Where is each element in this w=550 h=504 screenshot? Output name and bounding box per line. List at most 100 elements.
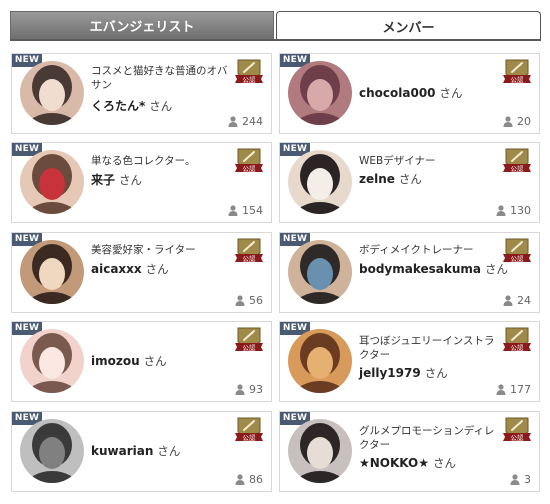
member-name[interactable]: jelly1979 さん [359,365,448,381]
svg-text:公認: 公認 [511,254,525,263]
person-icon [496,384,506,395]
follower-count-value: 56 [249,294,263,307]
member-card[interactable]: NEW 公認 コスメと猫好きな普通のオバサン くろたん* さん 244 [11,53,272,134]
avatar[interactable] [288,61,352,125]
member-description: 美容愛好家・ライター [91,244,196,256]
name-suffix: さん [157,444,181,458]
member-card[interactable]: NEW 公認 WEBデザイナー zelne さん 130 [279,142,540,223]
svg-text:公認: 公認 [511,433,525,442]
member-card[interactable]: NEW 公認 美容愛好家・ライター aicaxxx さん 56 [11,232,272,313]
member-name[interactable]: imozou さん [91,353,167,369]
avatar[interactable] [20,419,84,483]
follower-count: 3 [510,473,531,486]
avatar[interactable] [288,329,352,393]
person-icon [235,295,245,306]
follower-count: 86 [235,473,263,486]
avatar[interactable] [20,61,84,125]
avatar[interactable] [20,150,84,214]
follower-count-value: 24 [517,294,531,307]
follower-count: 154 [228,204,263,217]
follower-count-value: 86 [249,473,263,486]
follower-count: 24 [503,294,531,307]
tab-evangelist[interactable]: エバンジェリスト [10,11,274,39]
member-description: コスメと猫好きな普通のオバサン [91,65,228,91]
person-icon [228,205,238,216]
svg-text:公認: 公認 [243,254,257,263]
member-description: ボディメイクトレーナー [359,244,474,256]
follower-count-value: 20 [517,115,531,128]
name-suffix: さん [143,354,167,368]
member-name[interactable]: chocola000 さん [359,85,463,101]
name-suffix: さん [424,366,448,380]
official-seal-icon: 公認 [501,416,533,446]
member-card[interactable]: NEW 公認 ボディメイクトレーナー bodymakesakuma さん 24 [279,232,540,313]
official-seal-icon: 公認 [233,416,265,446]
person-icon [503,295,513,306]
member-description: グルメプロモーションディレクター [359,425,495,451]
follower-count: 20 [503,115,531,128]
person-icon [235,474,245,485]
member-name[interactable]: ★NOKKO★ さん [359,455,456,471]
avatar[interactable] [288,240,352,304]
member-description: 単なる色コレクター。 [91,155,196,167]
member-description: WEBデザイナー [359,155,436,167]
follower-count-value: 3 [524,473,531,486]
svg-text:公認: 公認 [511,343,525,352]
official-seal-icon: 公認 [501,326,533,356]
member-name[interactable]: aicaxxx さん [91,261,169,277]
member-name[interactable]: kuwarian さん [91,443,180,459]
official-seal-icon: 公認 [233,237,265,267]
member-name[interactable]: zelne さん [359,171,422,187]
svg-text:公認: 公認 [243,433,257,442]
follower-count: 93 [235,383,263,396]
official-seal-icon: 公認 [233,58,265,88]
name-suffix: さん [398,172,422,186]
member-card[interactable]: NEW 公認 chocola000 さん 20 [279,53,540,134]
avatar[interactable] [20,240,84,304]
member-name[interactable]: bodymakesakuma さん [359,261,508,277]
avatar[interactable] [20,329,84,393]
name-suffix: さん [149,99,173,113]
svg-text:公認: 公認 [511,164,525,173]
name-suffix: さん [439,86,463,100]
name-suffix: さん [485,262,509,276]
name-suffix: さん [433,456,457,470]
official-seal-icon: 公認 [233,326,265,356]
follower-count: 244 [228,115,263,128]
follower-count-value: 93 [249,383,263,396]
tab-bar: エバンジェリスト メンバー [10,11,541,40]
follower-count: 130 [496,204,531,217]
member-name[interactable]: くろたん* さん [91,97,172,114]
tab-underline [10,39,541,41]
member-card[interactable]: NEW 公認 imozou さん 93 [11,321,272,402]
follower-count-value: 154 [242,204,263,217]
follower-count-value: 244 [242,115,263,128]
tab-member[interactable]: メンバー [276,11,541,40]
member-card[interactable]: NEW 公認 グルメプロモーションディレクター ★NOKKO★ さん 3 [279,411,540,492]
member-description: 耳つぼジュエリーインストラクター [359,335,495,361]
person-icon [503,116,513,127]
official-seal-icon: 公認 [501,58,533,88]
avatar[interactable] [288,150,352,214]
name-suffix: さん [145,262,169,276]
member-card[interactable]: NEW 公認 耳つぼジュエリーインストラクター jelly1979 さん 177 [279,321,540,402]
follower-count: 56 [235,294,263,307]
svg-text:公認: 公認 [243,343,257,352]
follower-count-value: 130 [510,204,531,217]
svg-text:公認: 公認 [243,75,257,84]
member-card[interactable]: NEW 公認 kuwarian さん 86 [11,411,272,492]
name-suffix: さん [119,173,143,187]
svg-text:公認: 公認 [243,164,257,173]
person-icon [228,116,238,127]
member-name[interactable]: 来子 さん [91,171,142,188]
svg-text:公認: 公認 [511,75,525,84]
member-card[interactable]: NEW 公認 単なる色コレクター。 来子 さん 154 [11,142,272,223]
person-icon [235,384,245,395]
follower-count: 177 [496,383,531,396]
official-seal-icon: 公認 [501,147,533,177]
follower-count-value: 177 [510,383,531,396]
official-seal-icon: 公認 [233,147,265,177]
person-icon [510,474,520,485]
avatar[interactable] [288,419,352,483]
person-icon [496,205,506,216]
